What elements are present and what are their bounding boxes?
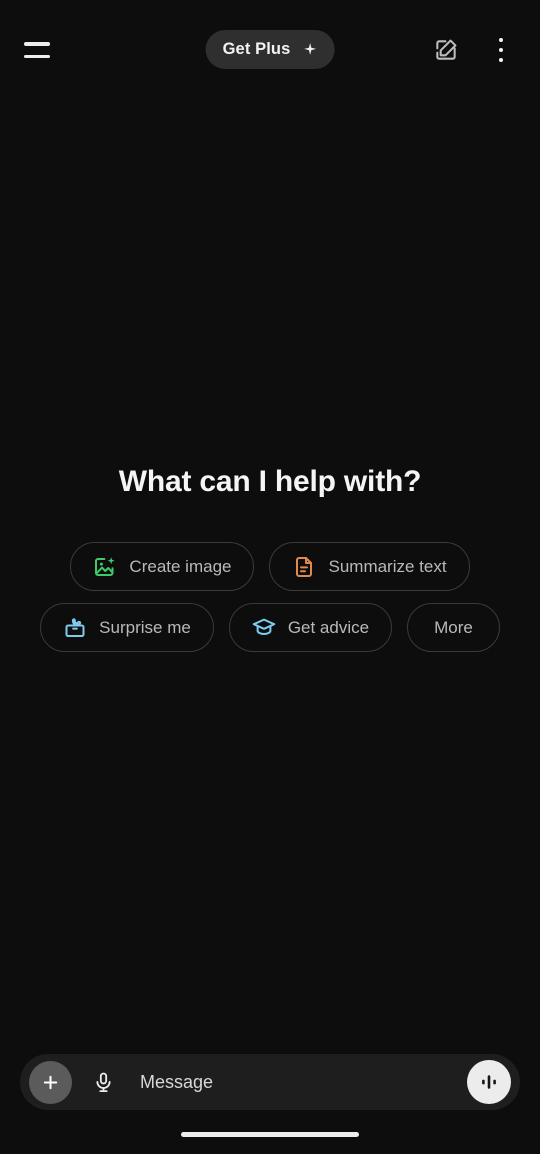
microphone-icon bbox=[95, 1072, 111, 1092]
sparkle-icon bbox=[303, 42, 316, 55]
document-text-icon bbox=[296, 556, 313, 577]
suggestion-chip-label: Surprise me bbox=[99, 618, 191, 637]
hamburger-menu-icon[interactable] bbox=[16, 30, 60, 70]
message-input[interactable] bbox=[124, 1054, 467, 1110]
suggestion-row: Surprise me Get advice More bbox=[40, 603, 500, 652]
get-plus-label: Get Plus bbox=[222, 40, 291, 59]
suggestion-chip-more[interactable]: More bbox=[407, 603, 500, 652]
suggestion-chip-surprise-me[interactable]: Surprise me bbox=[40, 603, 214, 652]
suggestion-chips: Create image Summarize text Surprise me … bbox=[0, 542, 540, 652]
home-indicator-bar bbox=[181, 1131, 359, 1137]
voice-waveform-icon bbox=[482, 1075, 496, 1089]
suggestion-chip-summarize-text[interactable]: Summarize text bbox=[269, 542, 470, 591]
suggestion-chip-get-advice[interactable]: Get advice bbox=[228, 603, 393, 652]
add-attachment-button[interactable] bbox=[29, 1060, 72, 1104]
suggestion-chip-label: Summarize text bbox=[328, 557, 447, 576]
suggestion-chip-label: Get advice bbox=[287, 618, 370, 637]
voice-mode-button[interactable] bbox=[467, 1060, 511, 1104]
suggestion-chip-label: Create image bbox=[129, 557, 232, 576]
new-chat-edit-icon[interactable] bbox=[428, 32, 464, 68]
composer-container bbox=[0, 1054, 540, 1110]
kebab-dot-1 bbox=[498, 37, 504, 43]
gift-box-icon bbox=[65, 617, 85, 637]
plus-icon bbox=[43, 1075, 58, 1089]
top-app-bar: Get Plus bbox=[0, 0, 540, 100]
suggestion-chip-label: More bbox=[434, 618, 473, 637]
graduation-cap-icon bbox=[252, 618, 276, 635]
get-plus-button[interactable]: Get Plus bbox=[205, 30, 335, 69]
suggestion-chip-create-image[interactable]: Create image bbox=[70, 542, 255, 591]
menu-line-1 bbox=[24, 42, 50, 46]
kebab-dot-2 bbox=[498, 47, 504, 53]
kebab-menu-icon[interactable] bbox=[484, 32, 518, 68]
message-composer bbox=[20, 1054, 520, 1110]
edit-square-glyph bbox=[436, 39, 457, 60]
dictate-button[interactable] bbox=[82, 1061, 124, 1103]
chat-home-screen: Get Plus What can I help with? Create im… bbox=[0, 0, 540, 1154]
page-title: What can I help with? bbox=[118, 465, 422, 498]
suggestion-row: Create image Summarize text bbox=[70, 542, 470, 591]
kebab-dot-3 bbox=[498, 57, 504, 63]
image-sparkle-icon bbox=[95, 556, 116, 576]
menu-line-2 bbox=[24, 54, 50, 58]
empty-state-body: What can I help with? Create image Summa… bbox=[0, 100, 540, 1154]
